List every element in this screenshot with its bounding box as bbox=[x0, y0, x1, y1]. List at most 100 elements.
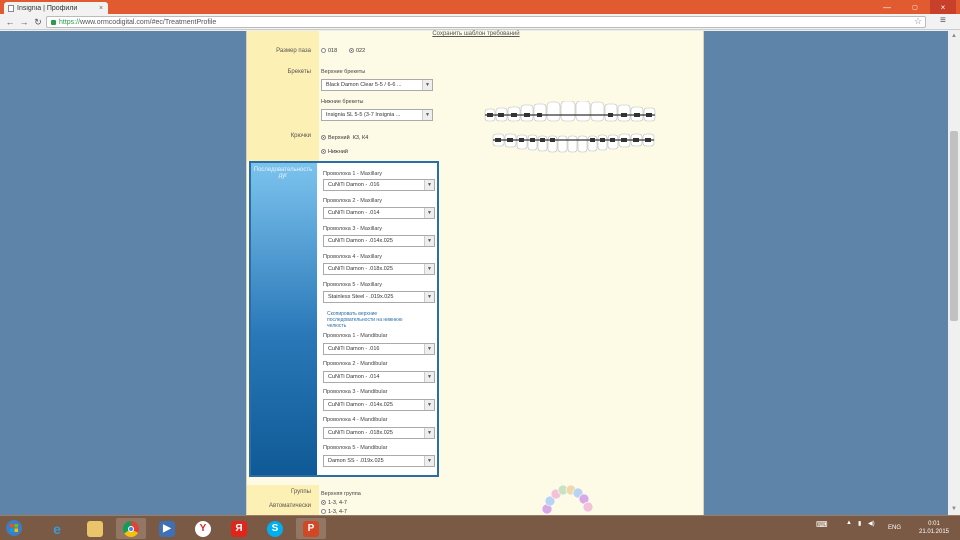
checkbox-lower-hooks[interactable] bbox=[321, 149, 326, 155]
slot-size-label: Размер паза bbox=[276, 48, 311, 54]
chevron-down-icon: ▼ bbox=[424, 236, 434, 246]
brackets-label: Брекеты bbox=[287, 69, 311, 75]
group-option-1[interactable]: 1-3, 4-7 bbox=[321, 500, 347, 506]
wire-select[interactable]: CuNiTi Damon - .018x.025 ▼ bbox=[323, 427, 435, 439]
back-icon[interactable]: ← bbox=[4, 16, 16, 28]
browser-toolbar: ← → ↻ https://www.ormcodigital.com/#ec/T… bbox=[0, 14, 960, 30]
page-scrollbar[interactable]: ▲ ▼ bbox=[948, 31, 960, 515]
skype-icon[interactable]: S bbox=[260, 518, 290, 539]
chevron-down-icon: ▼ bbox=[424, 208, 434, 218]
system-clock[interactable]: 0:01 21.01.2015 bbox=[916, 520, 952, 536]
minimize-icon[interactable]: — bbox=[874, 0, 900, 14]
save-template-link[interactable]: Сохранить шаблон требований bbox=[247, 31, 705, 37]
checkbox-upper-hooks[interactable] bbox=[321, 135, 326, 141]
wire-label: Проволока 5 - Maxillary bbox=[323, 282, 382, 288]
chevron-down-icon: ▼ bbox=[424, 428, 434, 438]
wire-sequence-sidebar: Последовательность дуг bbox=[251, 163, 317, 475]
wire-select[interactable]: CuNiTi Damon - .014x.025 ▼ bbox=[323, 399, 435, 411]
tray-arrow-icon[interactable]: ▲ bbox=[846, 520, 852, 526]
chevron-down-icon: ▼ bbox=[422, 110, 432, 120]
scroll-down-icon[interactable]: ▼ bbox=[950, 505, 958, 513]
url-text: www.ormcodigital.com/#ec/TreatmentProfil… bbox=[80, 18, 217, 26]
wire-select[interactable]: Stainless Steel - .019x.025 ▼ bbox=[323, 291, 435, 303]
upper-hooks-option[interactable]: Верхний К3, К4 bbox=[321, 135, 368, 141]
keyboard-icon[interactable]: ⌨ bbox=[816, 520, 828, 529]
wire-select[interactable]: CuNiTi Damon - .016 ▼ bbox=[323, 179, 435, 191]
bookmark-star-icon[interactable]: ☆ bbox=[914, 16, 922, 27]
chevron-down-icon: ▼ bbox=[424, 372, 434, 382]
scroll-up-icon[interactable]: ▲ bbox=[950, 32, 958, 40]
wire-label: Проволока 4 - Maxillary bbox=[323, 254, 382, 260]
wire-select[interactable]: CuNiTi Damon - .016 ▼ bbox=[323, 343, 435, 355]
windows-taskbar: e ▶ Y Я S P ⌨ ▲ ▮ ◀) ENG 0:01 21.01.2015 bbox=[0, 515, 960, 540]
upper-brackets-select[interactable]: Black Damon Clear 5-5 / 6-6 ... ▼ bbox=[321, 79, 433, 91]
wire-select[interactable]: CuNiTi Damon - .014x.025 ▼ bbox=[323, 235, 435, 247]
chevron-down-icon: ▼ bbox=[424, 456, 434, 466]
lower-brackets-select[interactable]: Insignia SL 5-5 (3-7 Insignia ... ▼ bbox=[321, 109, 433, 121]
wire-label: Проволока 2 - Maxillary bbox=[323, 198, 382, 204]
upper-teeth-image bbox=[484, 101, 656, 122]
wire-label: Проволока 1 - Maxillary bbox=[323, 171, 382, 177]
wire-select[interactable]: CuNiTi Damon - .018x.025 ▼ bbox=[323, 263, 435, 275]
wire-sequence-label: Последовательность дуг bbox=[253, 167, 313, 179]
lower-hooks-option[interactable]: Нижний bbox=[321, 149, 348, 155]
clock-time: 0:01 bbox=[928, 521, 940, 527]
windows-start-icon[interactable] bbox=[4, 519, 24, 537]
lower-brackets-label: Нижние брекеты bbox=[321, 99, 364, 105]
language-indicator[interactable]: ENG bbox=[888, 525, 901, 531]
scroll-thumb[interactable] bbox=[950, 131, 958, 321]
chrome-menu-icon[interactable]: ≡ bbox=[940, 15, 946, 26]
slot-018-option[interactable]: 018 bbox=[321, 48, 337, 54]
wire-label: Проволока 3 - Maxillary bbox=[323, 226, 382, 232]
hooks-label: Крючки bbox=[290, 133, 311, 139]
radio-022[interactable] bbox=[349, 48, 354, 54]
radio-group-2[interactable] bbox=[321, 509, 326, 515]
yandex-browser-icon[interactable]: Y bbox=[188, 518, 218, 539]
wire-label: Проволока 2 - Mandibular bbox=[323, 361, 388, 367]
chevron-down-icon: ▼ bbox=[422, 80, 432, 90]
lower-teeth-image bbox=[492, 133, 655, 153]
upper-group-label: Верхняя группа bbox=[321, 491, 361, 497]
url-scheme: https:// bbox=[59, 18, 81, 26]
page-icon bbox=[8, 4, 14, 12]
wire-label: Проволока 4 - Mandibular bbox=[323, 417, 388, 423]
chevron-down-icon: ▼ bbox=[424, 344, 434, 354]
battery-icon[interactable]: ▮ bbox=[858, 520, 861, 527]
upper-brackets-label: Верхние брекеты bbox=[321, 69, 366, 75]
slot-022-option[interactable]: 022 bbox=[349, 48, 365, 54]
wire-select[interactable]: Damon SS - .019x.025 ▼ bbox=[323, 455, 435, 467]
forward-icon[interactable]: → bbox=[18, 16, 30, 28]
groups-sublabel: Автоматически bbox=[269, 503, 311, 509]
wire-select[interactable]: CuNiTi Damon - .014 ▼ bbox=[323, 207, 435, 219]
tab-title: Insignia | Профили bbox=[17, 4, 78, 12]
browser-tab[interactable]: Insignia | Профили × bbox=[4, 2, 108, 14]
chrome-icon[interactable] bbox=[116, 518, 146, 539]
close-icon[interactable]: × bbox=[930, 0, 956, 14]
reload-icon[interactable]: ↻ bbox=[32, 16, 44, 28]
file-explorer-icon[interactable] bbox=[80, 518, 110, 539]
radio-018[interactable] bbox=[321, 48, 326, 54]
chevron-down-icon: ▼ bbox=[424, 400, 434, 410]
wire-select[interactable]: CuNiTi Damon - .014 ▼ bbox=[323, 371, 435, 383]
wire-label: Проволока 5 - Mandibular bbox=[323, 445, 388, 451]
chevron-down-icon: ▼ bbox=[424, 292, 434, 302]
wire-label: Проволока 1 - Mandibular bbox=[323, 333, 388, 339]
browser-titlebar: Insignia | Профили × — ▢ × bbox=[0, 0, 960, 14]
groups-label: Группы bbox=[291, 489, 311, 495]
clock-date: 21.01.2015 bbox=[918, 529, 950, 535]
media-player-icon[interactable]: ▶ bbox=[152, 518, 182, 539]
chevron-down-icon: ▼ bbox=[424, 264, 434, 274]
address-bar[interactable]: https://www.ormcodigital.com/#ec/Treatme… bbox=[46, 16, 926, 28]
maximize-icon[interactable]: ▢ bbox=[902, 0, 928, 14]
powerpoint-icon[interactable]: P bbox=[296, 518, 326, 539]
radio-group-1[interactable] bbox=[321, 500, 326, 506]
copy-to-mandibular-link[interactable]: Скопировать верхние последовательности н… bbox=[327, 311, 407, 329]
tab-close-icon[interactable]: × bbox=[99, 5, 103, 12]
yandex-icon[interactable]: Я bbox=[224, 518, 254, 539]
dental-arch-image bbox=[541, 484, 594, 515]
internet-explorer-icon[interactable]: e bbox=[42, 518, 72, 539]
volume-icon[interactable]: ◀) bbox=[868, 520, 875, 527]
wire-sequence-panel: Последовательность дуг Проволока 1 - Max… bbox=[249, 161, 439, 477]
chevron-down-icon: ▼ bbox=[424, 180, 434, 190]
treatment-profile-form: Сохранить шаблон требований Размер паза … bbox=[246, 31, 704, 515]
